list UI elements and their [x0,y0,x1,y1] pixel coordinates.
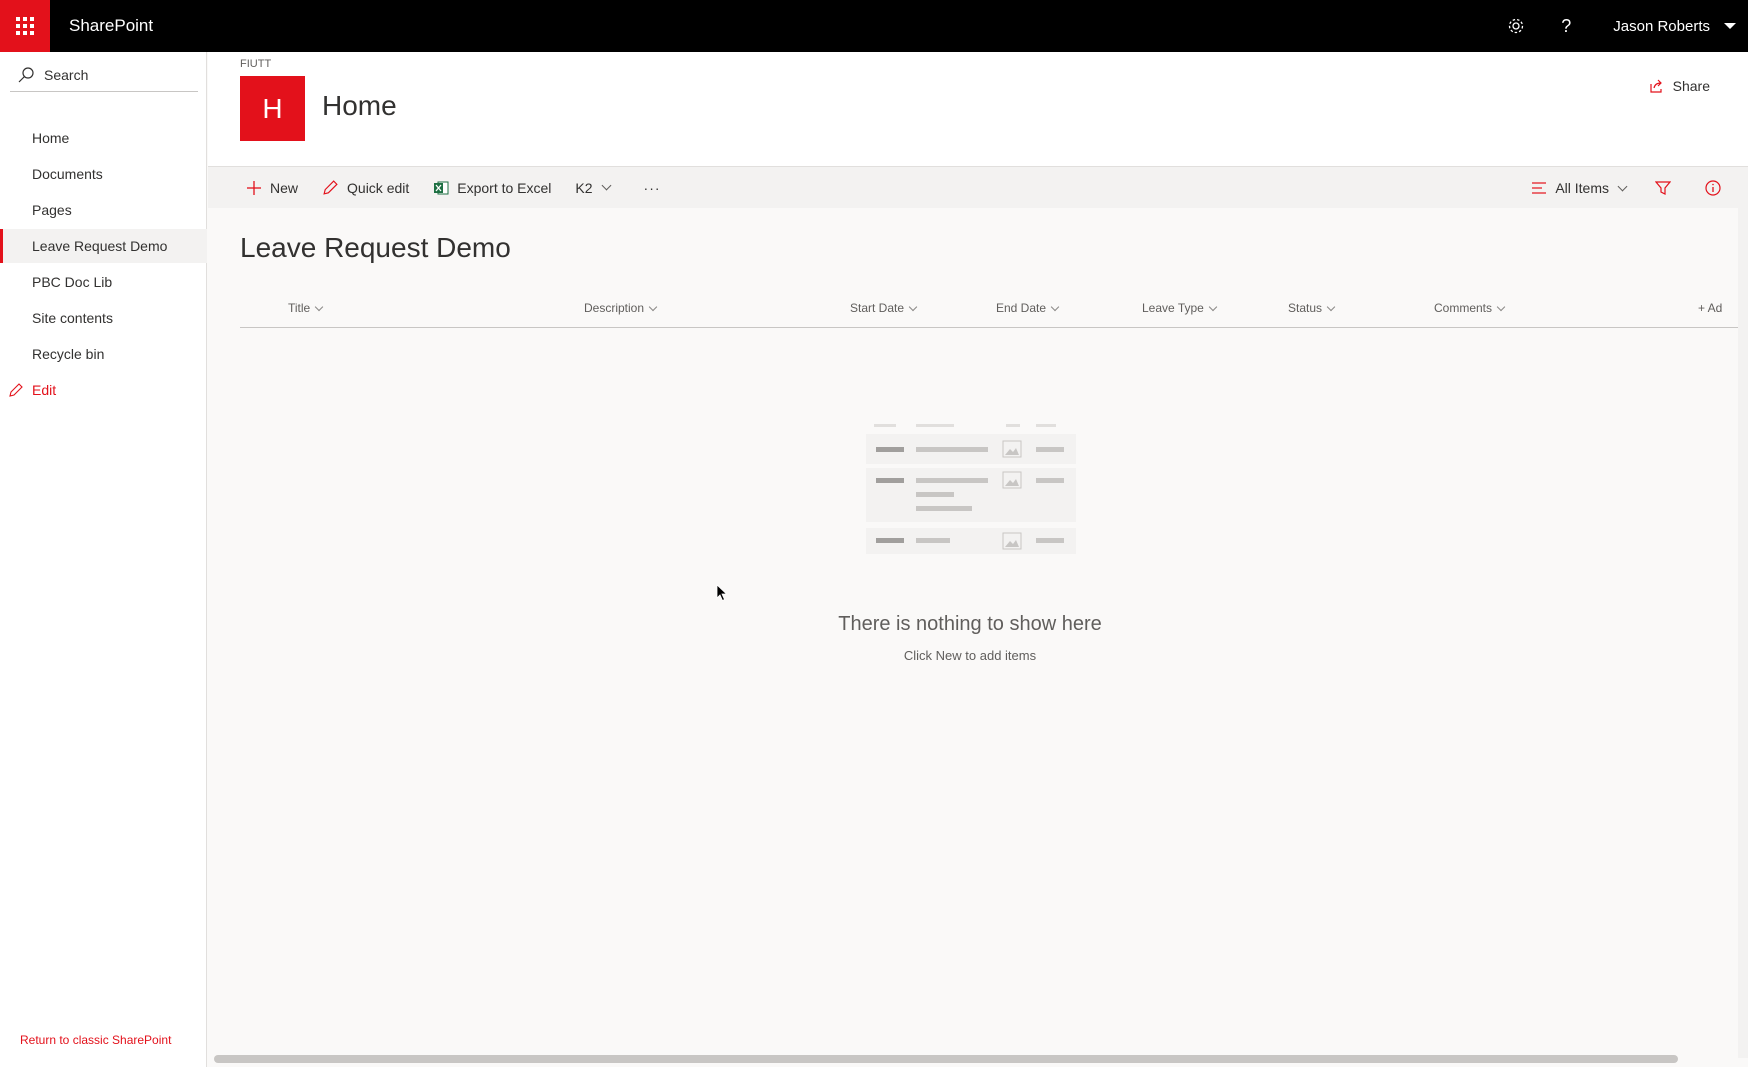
breadcrumb[interactable]: FIUTT [240,58,271,70]
share-label: Share [1672,78,1710,94]
sidebar-item-recycle-bin[interactable]: Recycle bin [0,337,207,371]
sidebar-item-label: Recycle bin [32,346,105,362]
sidebar-item-site-contents[interactable]: Site contents [0,301,207,335]
column-label: Leave Type [1142,301,1204,315]
gear-icon[interactable] [1491,0,1541,52]
chevron-down-icon [1496,302,1506,311]
empty-state-title: There is nothing to show here [838,613,1102,635]
chevron-down-icon [1050,302,1060,311]
pencil-icon [9,383,23,397]
sidebar-item-pbc-doc-lib[interactable]: PBC Doc Lib [0,265,207,299]
mouse-cursor-icon [716,584,728,602]
empty-state-subtitle: Click New to add items [903,648,1037,663]
search-icon [18,66,34,82]
excel-icon [434,181,449,194]
sidebar-item-label: Site contents [32,310,113,326]
k2-dropdown[interactable]: K2 [563,167,621,209]
column-header-comments[interactable]: Comments [1434,288,1506,328]
sidebar-item-documents[interactable]: Documents [0,157,207,191]
pencil-icon [323,180,338,195]
new-label: New [270,179,299,196]
page-title[interactable]: Home [322,90,397,122]
column-header-end-date[interactable]: End Date [996,288,1060,328]
plus-icon [247,180,261,195]
chevron-down-icon [314,302,324,311]
add-column-label: + Ad [1698,301,1723,315]
column-label: Start Date [850,301,905,315]
search-input[interactable]: Search [10,58,198,92]
chevron-down-icon [1617,181,1628,191]
vertical-scrollbar[interactable] [1738,208,1748,1058]
site-header: FIUTT H Home Share [208,52,1748,166]
search-label: Search [44,66,89,83]
share-button[interactable]: Share [1649,78,1710,94]
edit-label: Edit [32,382,57,398]
info-icon[interactable] [1688,167,1738,209]
column-header-leave-type[interactable]: Leave Type [1142,288,1218,328]
column-label: Comments [1434,301,1493,315]
suite-bar: SharePoint ? Jason Roberts [0,0,1748,52]
column-label: Description [584,301,645,315]
column-header-title[interactable]: Title [288,288,324,328]
sidebar-item-home[interactable]: Home [0,121,207,155]
horizontal-scrollbar[interactable] [214,1055,1678,1063]
return-classic-link[interactable]: Return to classic SharePoint [20,1033,171,1047]
filter-icon[interactable] [1638,167,1688,209]
column-header-status[interactable]: Status [1288,288,1336,328]
share-icon [1650,79,1662,93]
user-name[interactable]: Jason Roberts [1613,18,1710,35]
column-headers: Title Description Start Date End Date Le… [240,288,1748,328]
list-lines-icon [1532,182,1547,194]
chevron-down-icon [1208,302,1218,311]
command-bar: New Quick edit Export to Excel K2 ··· Al… [208,166,1748,208]
help-icon[interactable]: ? [1541,0,1591,52]
k2-label: K2 [575,179,593,196]
sidebar-item-label: Leave Request Demo [32,238,168,254]
column-header-description[interactable]: Description [584,288,658,328]
chevron-down-icon[interactable] [1724,23,1736,29]
empty-list-illustration [866,424,1076,554]
column-label: Title [288,301,311,315]
more-button[interactable]: ··· [632,167,673,209]
chevron-down-icon [648,302,658,311]
column-header-start-date[interactable]: Start Date [850,288,918,328]
sidebar-item-label: Home [32,130,70,146]
sidebar-item-label: PBC Doc Lib [32,274,113,290]
export-label: Export to Excel [457,179,552,196]
new-button[interactable]: New [246,167,310,209]
app-title[interactable]: SharePoint [69,16,153,36]
export-to-excel-button[interactable]: Export to Excel [421,167,563,209]
column-label: Status [1288,301,1323,315]
more-icon: ··· [643,179,661,196]
sidebar-item-label: Pages [32,202,72,218]
sidebar-item-label: Documents [32,166,103,182]
chevron-down-icon [601,180,611,191]
site-logo[interactable]: H [240,76,305,141]
view-selector[interactable]: All Items [1519,167,1638,209]
quick-edit-button[interactable]: Quick edit [310,167,421,209]
chevron-down-icon [908,302,918,311]
sidebar-item-pages[interactable]: Pages [0,193,207,227]
column-label: End Date [996,301,1047,315]
view-label: All Items [1555,180,1609,196]
chevron-down-icon [1326,302,1336,311]
edit-nav-button[interactable]: Edit [0,373,207,407]
list-view: Leave Request Demo Title Description Sta… [208,208,1748,1058]
waffle-icon[interactable] [0,0,50,52]
left-navigation: Search Home Documents Pages Leave Reques… [0,52,207,1067]
sidebar-item-leave-request-demo[interactable]: Leave Request Demo [0,229,207,263]
quick-edit-label: Quick edit [347,179,410,196]
list-title: Leave Request Demo [240,232,511,263]
